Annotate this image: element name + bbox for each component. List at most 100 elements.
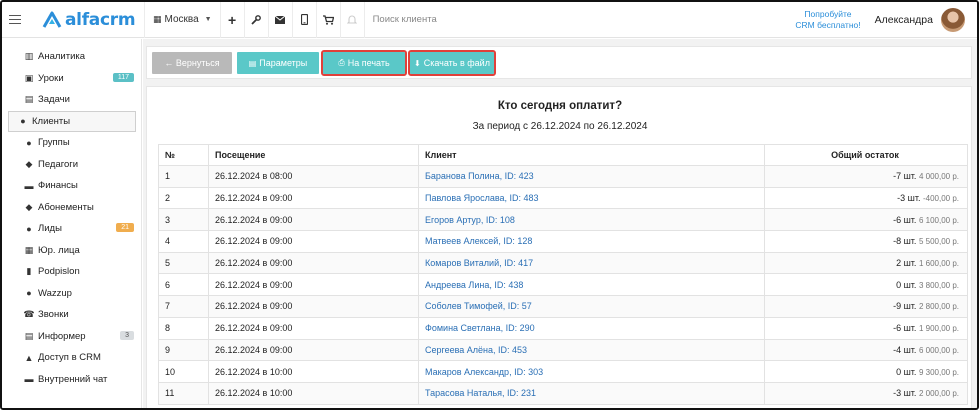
client-link[interactable]: Андреева Лина, ID: 438 (425, 280, 523, 290)
count-badge: 3 (120, 330, 134, 340)
sidebar-item[interactable]: ▣ Уроки 117 (8, 68, 136, 90)
sidebar-item-label: Юр. лица (38, 244, 80, 256)
row-number: 2 (158, 186, 209, 210)
balance-cell: -7 шт. 4 000,00 р. (764, 165, 968, 188)
client-cell: Комаров Виталий, ID: 417 (418, 251, 765, 275)
sidebar-item[interactable]: ▲ Доступ в CRM (8, 347, 136, 369)
logo[interactable]: alfacrm (28, 2, 144, 38)
client-link[interactable]: Павлова Ярослава, ID: 483 (425, 193, 539, 203)
sliders-icon: ▤ (248, 58, 257, 68)
mail-icon[interactable] (267, 2, 292, 38)
balance-qty: -3 шт. (893, 388, 917, 399)
balance-qty: 0 шт. (896, 366, 917, 377)
column-header-client[interactable]: Клиент (418, 144, 765, 166)
balance-money: -400,00 р. (922, 194, 959, 204)
branch-select[interactable]: ▦ Москва ▼ (144, 2, 220, 38)
report-title: Кто сегодня оплатит? (497, 100, 623, 112)
chat-icon: ▬ (24, 374, 34, 385)
sidebar-item[interactable]: ● Группы (8, 132, 136, 154)
avatar[interactable] (941, 7, 965, 32)
balance-cell: -6 шт. 6 100,00 р. (764, 208, 968, 232)
building-icon: ▦ (24, 244, 34, 255)
menu-icon[interactable] (2, 2, 28, 38)
sidebar-item-label: Звонки (38, 309, 69, 321)
visit-datetime: 26.12.2024 в 09:00 (208, 208, 419, 232)
report-panel: Кто сегодня оплатит? За период с 26.12.2… (146, 86, 972, 408)
row-number: 11 (158, 381, 209, 405)
try-line-2: CRM бесплатно! (795, 19, 861, 30)
balance-money: 5 500,00 р. (918, 237, 959, 247)
column-header-balance[interactable]: Общий остаток (764, 144, 968, 166)
print-label: На печать (347, 58, 390, 68)
download-button[interactable]: ⬇ Скачать в файл (408, 50, 496, 76)
back-button[interactable]: ← Вернуться (152, 52, 232, 74)
sidebar-item[interactable]: ● Лиды 21 (8, 218, 136, 240)
printer-icon: ⎙ (338, 58, 345, 67)
sidebar-item[interactable]: ▤ Задачи (8, 89, 136, 111)
client-cell: Соболев Тимофей, ID: 57 (418, 295, 765, 318)
sidebar-item-label: Wazzup (38, 287, 72, 299)
client-link[interactable]: Тарасова Наталья, ID: 231 (425, 388, 536, 398)
plus-icon[interactable]: + (219, 2, 244, 38)
visit-datetime: 26.12.2024 в 09:00 (208, 186, 419, 210)
client-link[interactable]: Сергеева Алёна, ID: 453 (425, 345, 527, 355)
user-menu[interactable]: Александра (869, 7, 977, 32)
try-crm-link[interactable]: Попробуйте CRM бесплатно! (787, 9, 868, 31)
wrench-icon[interactable] (243, 2, 268, 38)
sidebar-item[interactable]: ● Wazzup (8, 283, 136, 305)
balance-cell: -4 шт. 6 000,00 р. (764, 338, 968, 362)
sidebar-item-label: Уроки (38, 72, 64, 84)
visit-datetime: 26.12.2024 в 09:00 (208, 273, 419, 297)
sidebar-item-label: Аналитика (38, 51, 86, 63)
phone-icon[interactable] (291, 2, 316, 38)
sidebar-item-label: Внутренний чат (38, 373, 108, 385)
sidebar-item[interactable]: ☎ Звонки (8, 304, 136, 326)
client-link[interactable]: Комаров Виталий, ID: 417 (425, 258, 533, 268)
bell-icon[interactable] (339, 2, 364, 38)
column-header-no[interactable]: № (158, 144, 209, 166)
sidebar-item[interactable]: ◆ Педагоги (8, 154, 136, 176)
sidebar-item[interactable]: ▦ Юр. лица (8, 240, 136, 262)
visit-datetime: 26.12.2024 в 09:00 (208, 316, 419, 340)
client-cell: Макаров Александр, ID: 303 (418, 360, 765, 383)
column-header-visit[interactable]: Посещение (208, 144, 419, 166)
client-link[interactable]: Фомина Светлана, ID: 290 (425, 323, 535, 333)
download-label: Скачать в файл (423, 58, 490, 68)
table-row: 7 26.12.2024 в 09:00 Соболев Тимофей, ID: … (158, 295, 968, 318)
balance-money: 9 300,00 р. (918, 367, 959, 377)
table-row: 5 26.12.2024 в 09:00 Комаров Виталий, ID: … (158, 251, 968, 275)
teacher-icon: ◆ (25, 158, 33, 169)
balance-qty: -7 шт. (893, 171, 917, 182)
sidebar-item[interactable]: ▥ Аналитика (8, 46, 136, 68)
balance-cell: -6 шт. 1 900,00 р. (764, 316, 968, 340)
chevron-down-icon: ▼ (204, 16, 212, 23)
print-button[interactable]: ⎙ На печать (321, 50, 407, 76)
balance-qty: -6 шт. (893, 323, 917, 334)
sidebar-item[interactable]: ▬ Внутренний чат (8, 369, 136, 391)
balance-money: 2 800,00 р. (918, 302, 959, 312)
client-link[interactable]: Макаров Александр, ID: 303 (425, 367, 543, 377)
sidebar-item[interactable]: ▬ Финансы (8, 175, 136, 197)
sidebar-item[interactable]: ▮ Podpislon (8, 261, 136, 283)
client-cell: Матвеев Алексей, ID: 128 (418, 230, 765, 253)
sidebar-item[interactable]: ◆ Абонементы (8, 197, 136, 219)
calendar-icon: ▣ (24, 72, 34, 83)
client-link[interactable]: Егоров Артур, ID: 108 (425, 215, 515, 225)
cart-icon[interactable] (315, 2, 340, 38)
visit-datetime: 26.12.2024 в 10:00 (208, 360, 419, 383)
sidebar-item-label: Группы (38, 137, 70, 149)
users-icon: ● (26, 137, 32, 148)
visit-datetime: 26.12.2024 в 10:00 (208, 381, 419, 405)
params-button[interactable]: ▤ Параметры (237, 52, 319, 74)
sidebar-item[interactable]: ▤ Информер 3 (8, 326, 136, 348)
tasks-icon: ▤ (24, 94, 34, 105)
search-input[interactable]: Поиск клиента (363, 2, 788, 38)
sidebar-item[interactable]: ● Клиенты (8, 110, 136, 132)
table-row: 11 26.12.2024 в 10:00 Тарасова Наталья, ID… (158, 381, 968, 405)
client-link[interactable]: Баранова Полина, ID: 423 (425, 171, 534, 181)
client-link[interactable]: Матвеев Алексей, ID: 128 (425, 236, 532, 246)
balance-money: 6 000,00 р. (918, 345, 959, 355)
balance-qty: -3 шт. (897, 193, 921, 204)
visit-datetime: 26.12.2024 в 09:00 (208, 338, 419, 362)
client-link[interactable]: Соболев Тимофей, ID: 57 (425, 301, 532, 311)
